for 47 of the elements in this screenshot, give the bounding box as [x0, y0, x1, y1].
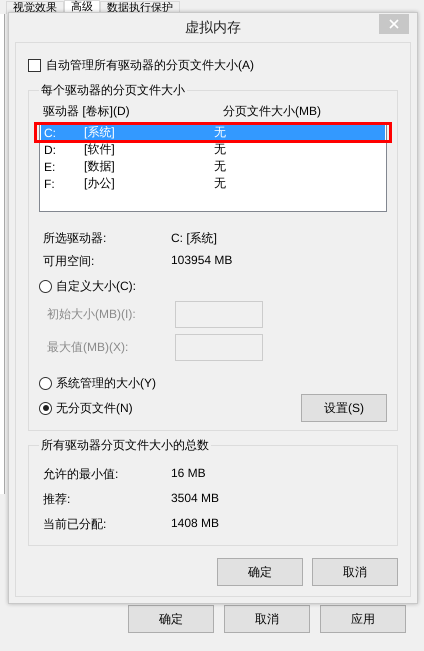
drive-row[interactable]: E: [数据] 无 [41, 158, 385, 175]
radio-button[interactable] [39, 280, 52, 293]
dialog-button[interactable]: 取消 [312, 558, 398, 586]
info-value: C: [系统] [171, 230, 218, 247]
total-label: 当前已分配: [43, 516, 108, 533]
drive-letter: D: [44, 142, 57, 156]
info-label: 所选驱动器: [43, 230, 108, 247]
drive-row[interactable]: F: [办公] 无 [41, 175, 385, 192]
total-value: 3504 MB [171, 491, 220, 507]
drive-label: [数据] [84, 158, 116, 175]
drive-letter: C: [44, 126, 57, 140]
total-label: 允许的最小值: [43, 466, 120, 483]
radio-label: 系统管理的大小(Y) [56, 375, 156, 392]
page-file-size: 无 [214, 175, 227, 192]
page-file-size: 无 [214, 141, 227, 158]
total-value: 1408 MB [171, 516, 220, 532]
radio-button[interactable] [39, 377, 52, 390]
close-icon [389, 19, 399, 29]
checkbox[interactable] [28, 59, 41, 72]
page-file-size: 无 [214, 124, 227, 141]
drive-letter: E: [44, 160, 56, 174]
radio-label: 无分页文件(N) [56, 400, 133, 416]
page-file-size: 无 [214, 158, 227, 175]
drive-label: [软件] [84, 141, 116, 158]
set-button[interactable]: 设置(S) [301, 394, 387, 422]
info-label: 可用空间: [43, 253, 96, 270]
group-title: 所有驱动器分页文件大小的总数 [40, 437, 210, 454]
drive-label: [办公] [84, 175, 116, 192]
field-label: 初始大小(MB)(I): [47, 306, 137, 323]
window-button[interactable]: 确定 [128, 605, 214, 633]
window-button[interactable]: 取消 [224, 605, 310, 633]
drive-letter: F: [44, 176, 56, 190]
window-button[interactable]: 应用 [320, 605, 406, 633]
drive-label: [系统] [84, 124, 116, 141]
dialog-title: 虚拟内存 [185, 18, 241, 36]
radio-button[interactable] [39, 402, 52, 414]
total-label: 推荐: [43, 491, 72, 508]
column-header: 分页文件大小(MB) [223, 103, 322, 120]
dialog-button[interactable]: 确定 [217, 558, 303, 586]
group-title: 每个驱动器的分页文件大小 [40, 82, 186, 99]
checkbox-label: 自动管理所有驱动器的分页文件大小(A) [46, 57, 254, 74]
total-value: 16 MB [171, 466, 207, 482]
column-header: 驱动器 [卷标](D) [43, 103, 131, 120]
radio-label: 自定义大小(C): [56, 278, 136, 295]
field-label: 最大值(MB)(X): [47, 339, 130, 356]
drive-row[interactable]: D: [软件] 无 [41, 141, 385, 158]
info-value: 103954 MB [171, 253, 234, 269]
